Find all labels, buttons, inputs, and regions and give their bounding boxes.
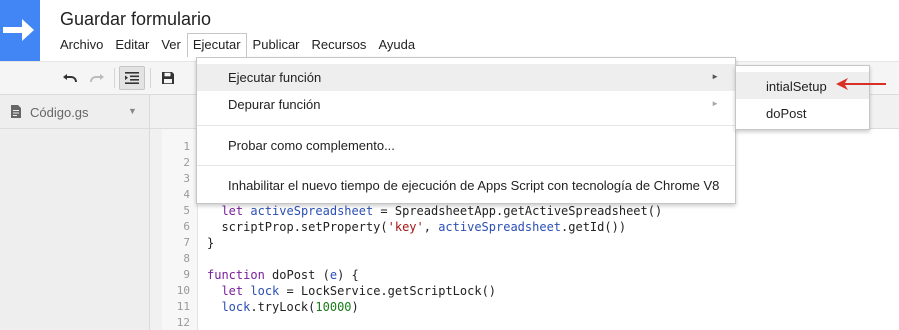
file-name: Código.gs: [30, 105, 89, 120]
menu-item-probar-complemento[interactable]: Probar como complemento...: [197, 132, 735, 159]
submenu-arrow-icon: ►: [711, 72, 719, 81]
line-number: 10: [176, 284, 190, 297]
apps-script-logo[interactable]: [0, 0, 40, 61]
function-submenu: intialSetup doPost: [735, 65, 870, 130]
submenu-item-dopost[interactable]: doPost: [736, 99, 869, 126]
code-line: lock.tryLock(10000): [221, 300, 359, 314]
menu-ejecutar[interactable]: Ejecutar: [186, 33, 247, 57]
menu-item-label: Depurar función: [228, 97, 321, 112]
submenu-item-label: doPost: [766, 106, 807, 121]
project-title[interactable]: Guardar formulario: [60, 9, 211, 30]
annotation-arrow-icon: [836, 78, 886, 90]
file-sidebar: Código.gs ▼: [0, 95, 150, 330]
menu-item-ejecutar-funcion[interactable]: Ejecutar función ►: [197, 64, 735, 91]
line-number: 8: [183, 252, 190, 265]
line-number: 5: [183, 204, 190, 217]
code-line: scriptProp.setProperty('key', activeSpre…: [207, 220, 627, 234]
line-number: 9: [183, 268, 190, 281]
menu-bar: Archivo Editar Ver Ejecutar Publicar Rec…: [54, 33, 421, 57]
indent-icon: [125, 72, 139, 84]
line-number: 12: [176, 316, 190, 329]
code-line: let lock = LockService.getScriptLock(): [221, 284, 497, 298]
undo-button[interactable]: [57, 66, 83, 90]
menu-item-label: Probar como complemento...: [228, 138, 395, 153]
menu-editar[interactable]: Editar: [109, 33, 155, 57]
line-number: 3: [183, 172, 190, 185]
line-number: 11: [176, 300, 190, 313]
code-line: let activeSpreadsheet = SpreadsheetApp.g…: [221, 204, 663, 218]
menu-ayuda[interactable]: Ayuda: [372, 33, 421, 57]
chevron-down-icon[interactable]: ▼: [128, 106, 137, 116]
undo-icon: [63, 74, 77, 82]
toolbar-divider: [114, 68, 115, 88]
redo-icon: [90, 74, 104, 82]
line-number: 6: [183, 220, 190, 233]
menu-item-label: Inhabilitar el nuevo tiempo de ejecución…: [228, 178, 720, 193]
redo-button[interactable]: [84, 66, 110, 90]
line-number: 4: [183, 188, 190, 201]
submenu-item-label: intialSetup: [766, 79, 827, 94]
save-icon: [162, 72, 174, 84]
line-number: 2: [183, 156, 190, 169]
submenu-arrow-icon: ►: [711, 99, 719, 108]
indent-toggle-button[interactable]: [119, 66, 145, 90]
menu-item-label: Ejecutar función: [228, 70, 322, 85]
document-icon: [11, 105, 21, 121]
run-menu-dropdown: Ejecutar función ► Depurar función ► Pro…: [196, 57, 736, 204]
menu-divider: [197, 125, 735, 126]
save-button[interactable]: [155, 66, 181, 90]
menu-divider: [197, 165, 735, 166]
menu-publicar[interactable]: Publicar: [247, 33, 306, 57]
arrow-right-icon: [3, 19, 34, 41]
file-item[interactable]: Código.gs ▼: [0, 95, 149, 129]
menu-ver[interactable]: Ver: [155, 33, 187, 57]
code-line: function doPost (e) {: [207, 268, 359, 282]
menu-archivo[interactable]: Archivo: [54, 33, 109, 57]
line-number: 7: [183, 236, 190, 249]
menu-item-depurar-funcion[interactable]: Depurar función ►: [197, 91, 735, 118]
line-number: 1: [183, 140, 190, 153]
menu-recursos[interactable]: Recursos: [306, 33, 373, 57]
menu-item-inhabilitar-v8[interactable]: Inhabilitar el nuevo tiempo de ejecución…: [197, 172, 735, 199]
editor-margin: [150, 129, 162, 330]
code-line: }: [207, 236, 215, 250]
toolbar-divider: [150, 68, 151, 88]
